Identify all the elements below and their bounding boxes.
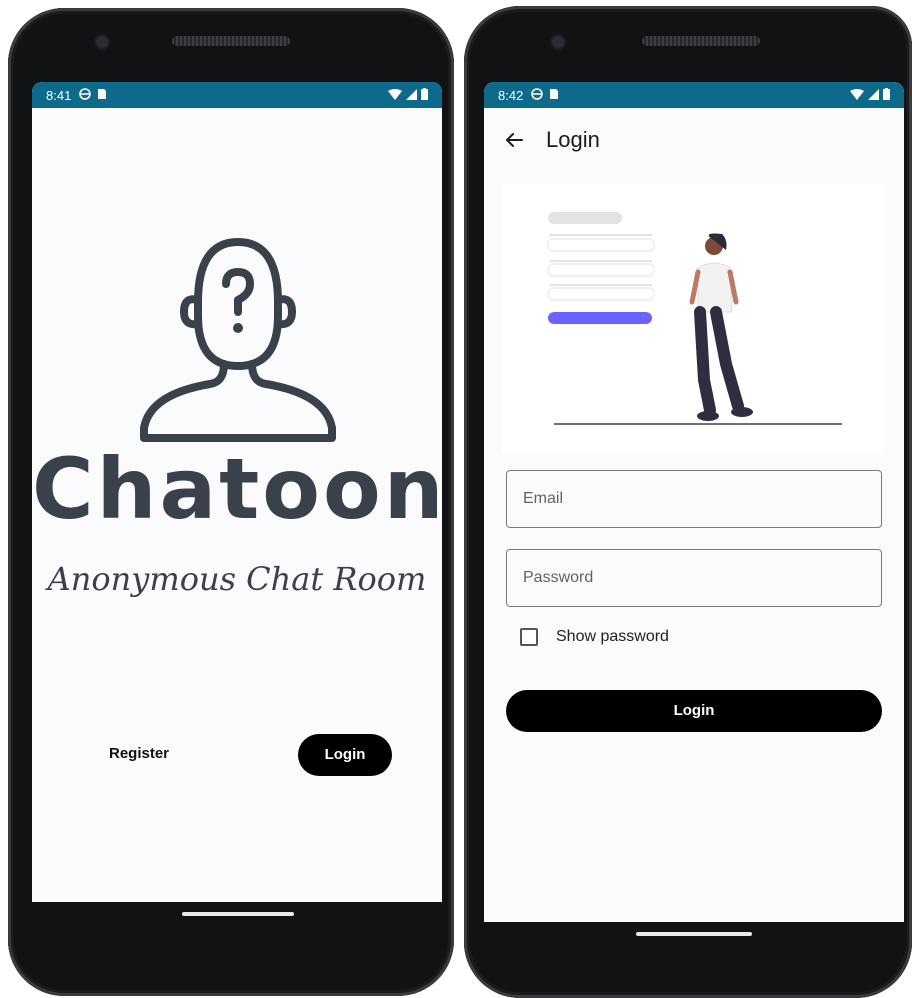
vpn-globe-icon — [531, 87, 544, 103]
battery-icon — [421, 87, 428, 103]
status-time: 8:41 — [46, 87, 72, 103]
battery-icon — [883, 87, 890, 103]
app-bar: Login — [484, 108, 904, 172]
login-button[interactable]: Login — [298, 734, 392, 776]
home-indicator[interactable] — [182, 912, 294, 916]
phone-frame-right: 8:42 Login Email Show password Login — [464, 6, 912, 998]
login-submit-button[interactable]: Login — [506, 690, 882, 732]
sim-card-icon — [97, 88, 107, 103]
home-indicator[interactable] — [636, 932, 752, 936]
earpiece-speaker — [172, 36, 290, 46]
app-title: Chatoon — [32, 440, 442, 538]
password-field[interactable] — [506, 549, 882, 607]
sim-card-icon — [549, 88, 559, 103]
status-time: 8:42 — [498, 87, 524, 103]
signal-icon — [406, 88, 417, 103]
status-bar: 8:41 — [32, 82, 442, 108]
status-bar: 8:42 — [484, 82, 904, 108]
front-camera — [552, 36, 564, 48]
show-password-toggle[interactable]: Show password — [520, 628, 669, 646]
register-button[interactable]: Register — [84, 734, 194, 774]
phone-frame-left: 8:41 Chatoon Anonymous Chat Room Registe… — [8, 8, 454, 996]
email-field[interactable] — [506, 470, 882, 528]
wifi-icon — [388, 88, 402, 103]
show-password-checkbox[interactable] — [520, 628, 538, 646]
front-camera — [96, 36, 108, 48]
show-password-label: Show password — [556, 628, 669, 645]
welcome-screen: 8:41 Chatoon Anonymous Chat Room Registe… — [32, 82, 442, 902]
woman-standing-beside-login-form-illustration — [502, 184, 884, 454]
signal-icon — [868, 88, 879, 103]
login-screen: 8:42 Login Email Show password Login — [484, 82, 904, 922]
arrow-back-icon[interactable] — [504, 130, 524, 150]
app-tagline: Anonymous Chat Room — [47, 560, 427, 598]
vpn-globe-icon — [79, 87, 92, 103]
page-title: Login — [546, 127, 600, 152]
earpiece-speaker — [642, 36, 760, 46]
anonymous-person-question-icon — [128, 232, 348, 452]
wifi-icon — [850, 88, 864, 103]
